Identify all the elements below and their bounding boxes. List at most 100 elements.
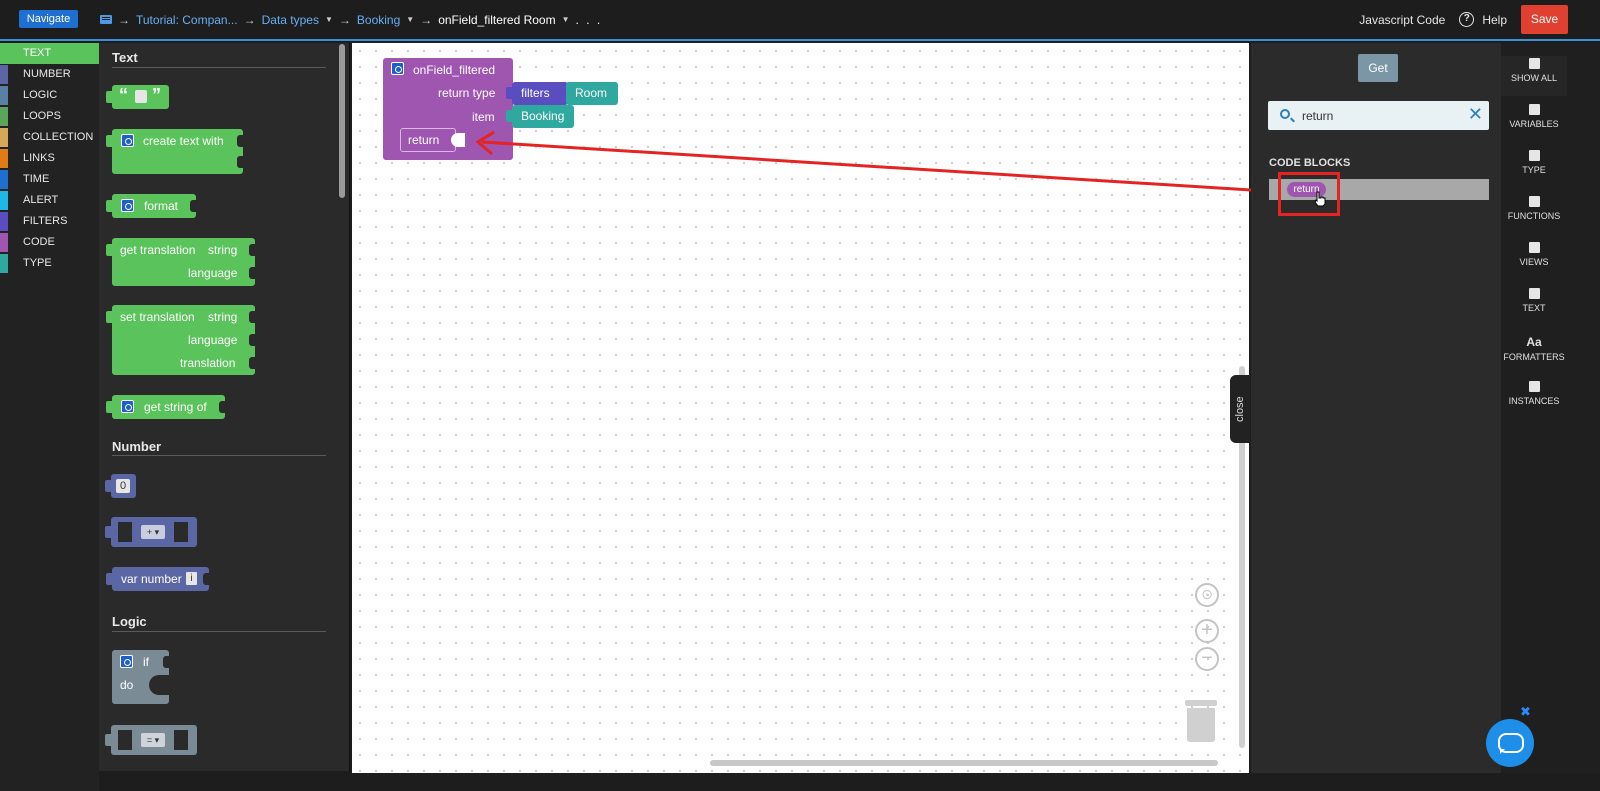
divider	[112, 67, 326, 68]
workspace-horizontal-scrollbar[interactable]	[710, 760, 1218, 766]
input-label-translation: translation	[180, 356, 236, 370]
input-slot	[174, 522, 188, 542]
number-literal-block[interactable]: 0	[105, 474, 136, 498]
database-icon	[1528, 150, 1540, 161]
gear-icon[interactable]	[121, 400, 134, 413]
category-collection[interactable]: COLLECTION	[0, 127, 99, 148]
rail-item-label: VARIABLES	[1509, 119, 1559, 129]
category-color-swatch	[0, 233, 8, 252]
category-text[interactable]: TEXT	[0, 43, 99, 64]
search-icon	[1280, 109, 1290, 119]
operator-dropdown[interactable]: = ▾	[141, 733, 165, 747]
statement-slot	[149, 675, 169, 695]
category-type[interactable]: TYPE	[0, 253, 99, 274]
rail-item-show-all[interactable]: SHOW ALL	[1501, 56, 1567, 96]
caret-down-icon[interactable]: ▼	[406, 15, 414, 24]
if-do-block[interactable]: if do	[112, 650, 169, 704]
rail-item-label: TYPE	[1522, 165, 1546, 175]
help-link[interactable]: Help	[1482, 13, 1507, 27]
category-time[interactable]: TIME	[0, 169, 99, 190]
category-label: ALERT	[23, 194, 59, 206]
category-loops[interactable]: LOOPS	[0, 106, 99, 127]
info-icon[interactable]: i	[186, 572, 197, 585]
block-title: onField_filtered	[413, 63, 496, 77]
text-field[interactable]	[135, 90, 147, 103]
gear-icon[interactable]	[121, 199, 134, 212]
trash-icon[interactable]	[1185, 700, 1217, 742]
booking-type-block[interactable]: Booking	[506, 105, 574, 128]
set-translation-block[interactable]: set translation string language translat…	[106, 305, 255, 375]
close-panel-tab[interactable]: close	[1230, 375, 1250, 443]
divider	[112, 631, 326, 632]
rail-item-functions[interactable]: FUNCTIONS	[1501, 194, 1567, 234]
gear-icon[interactable]	[121, 134, 134, 147]
category-code[interactable]: CODE	[0, 232, 99, 253]
javascript-code-link[interactable]: Javascript Code	[1359, 13, 1445, 27]
create-text-with-block[interactable]: create text with	[106, 129, 243, 174]
navigate-button[interactable]: Navigate	[19, 10, 78, 28]
operator-dropdown[interactable]: + ▾	[141, 525, 165, 539]
breadcrumb-item-project[interactable]: Tutorial: Compan...	[136, 13, 238, 27]
block-label: Room	[575, 86, 608, 100]
rail-item-type[interactable]: TYPE	[1501, 148, 1567, 188]
gear-icon[interactable]	[391, 62, 404, 75]
on-field-filtered-block[interactable]: onField_filtered return type item return	[383, 58, 513, 160]
block-label-if: if	[143, 655, 149, 669]
list-icon[interactable]	[100, 15, 112, 24]
arithmetic-block[interactable]: + ▾	[105, 517, 197, 547]
flyout-scrollbar[interactable]	[339, 44, 345, 198]
top-bar: Navigate → Tutorial: Compan... → Data ty…	[0, 0, 1600, 41]
room-type-block[interactable]: Room	[566, 82, 618, 105]
get-string-of-block[interactable]: get string of	[106, 395, 225, 419]
rail-item-text[interactable]: TEXT	[1501, 286, 1567, 326]
zoom-out-icon[interactable]: −	[1195, 647, 1219, 671]
breadcrumb-item-booking[interactable]: Booking	[357, 13, 400, 27]
breadcrumb: → Tutorial: Compan... → Data types ▼ → B…	[100, 0, 602, 39]
format-block[interactable]: format	[106, 194, 196, 218]
recenter-icon[interactable]: ⊙	[1195, 583, 1219, 607]
rail-item-formatters[interactable]: Aa FORMATTERS	[1501, 333, 1567, 373]
save-button[interactable]: Save	[1521, 5, 1568, 34]
get-button[interactable]: Get	[1358, 54, 1398, 82]
search-input[interactable]	[1302, 106, 1462, 125]
rail-item-label: TEXT	[1522, 303, 1546, 313]
section-title-text: Text	[112, 50, 138, 65]
zoom-in-icon[interactable]: +	[1195, 619, 1219, 643]
category-logic[interactable]: LOGIC	[0, 85, 99, 106]
chat-close-icon[interactable]: ✖	[1520, 704, 1531, 720]
breadcrumb-item-data-types[interactable]: Data types	[262, 13, 319, 27]
category-color-swatch	[0, 65, 8, 84]
caret-down-icon[interactable]: ▼	[562, 15, 570, 24]
quote-close: ”	[152, 85, 161, 105]
block-label: var number	[121, 572, 182, 586]
var-number-block[interactable]: var number i	[106, 567, 209, 591]
rail-item-variables[interactable]: VARIABLES	[1501, 102, 1567, 142]
number-field[interactable]: 0	[116, 479, 130, 493]
breadcrumb-item-current[interactable]: onField_filtered Room	[438, 13, 555, 27]
grid-icon	[1528, 58, 1540, 69]
category-filters[interactable]: FILTERS	[0, 211, 99, 232]
block-label: filters	[521, 86, 550, 100]
text-literal-block[interactable]: “ ”	[106, 85, 169, 109]
section-title-number: Number	[112, 439, 162, 454]
category-alert[interactable]: ALERT	[0, 190, 99, 211]
more-menu[interactable]: . . .	[576, 13, 603, 27]
compare-block[interactable]: = ▾	[105, 725, 197, 755]
gear-icon[interactable]	[120, 655, 133, 668]
block-label: format	[144, 199, 179, 213]
caret-down-icon[interactable]: ▼	[325, 15, 333, 24]
get-translation-block[interactable]: get translation string language	[106, 238, 255, 286]
category-label: TYPE	[23, 257, 52, 269]
rail-item-views[interactable]: VIEWS	[1501, 240, 1567, 280]
category-links[interactable]: LINKS	[0, 148, 99, 169]
category-color-swatch	[0, 107, 8, 126]
list-icon	[1528, 381, 1540, 392]
clear-search-icon[interactable]: ✕	[1468, 104, 1483, 124]
help-icon[interactable]: ?	[1459, 12, 1475, 27]
rail-item-instances[interactable]: INSTANCES	[1501, 379, 1567, 419]
chat-icon[interactable]	[1486, 719, 1534, 767]
category-label: LOOPS	[23, 110, 61, 122]
input-label-string: string	[208, 310, 238, 324]
filters-block[interactable]: filters	[506, 82, 568, 105]
category-number[interactable]: NUMBER	[0, 64, 99, 85]
